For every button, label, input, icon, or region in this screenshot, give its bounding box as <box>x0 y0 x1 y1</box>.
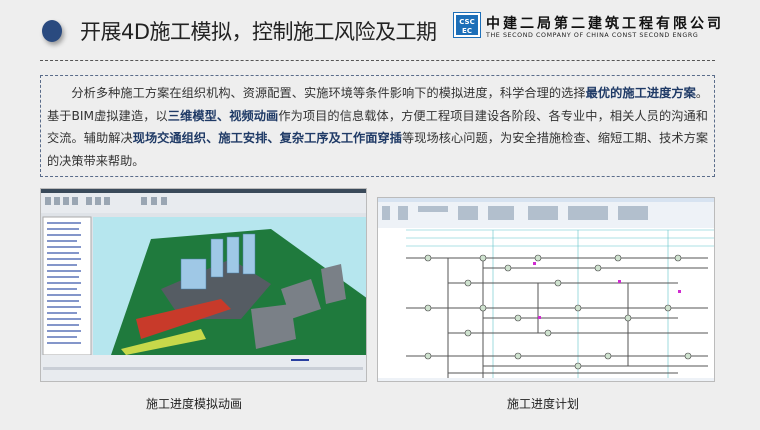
text: 分析多种施工方案在组织机构、资源配置、实施环境等条件影响下的模拟进度，科学合理的… <box>71 86 586 100</box>
company-name-cn: 中建二局第二建筑工程有限公司 <box>486 16 724 32</box>
emphasis: 最优的施工进度方案 <box>585 86 696 100</box>
company-name-en: THE SECOND COMPANY OF CHINA CONST SECOND… <box>486 32 699 39</box>
page-title: 开展4D施工模拟，控制施工风险及工期 <box>80 20 437 44</box>
caption-schedule: 施工进度计划 <box>507 397 580 411</box>
caption-simulation: 施工进度模拟动画 <box>146 397 243 411</box>
simulation-screenshot <box>40 188 367 382</box>
intro-paragraph: 分析多种施工方案在组织机构、资源配置、实施环境等条件影响下的模拟进度，科学合理的… <box>40 75 715 177</box>
emphasis: 三维模型、视频动画 <box>167 108 279 123</box>
schedule-screenshot <box>377 197 715 382</box>
title-bullet-icon <box>42 20 62 42</box>
emphasis: 现场交通组织、施工安排、复杂工序及工作面穿插 <box>132 131 403 145</box>
divider <box>40 60 715 61</box>
company-logo: CSC EC <box>453 12 481 38</box>
